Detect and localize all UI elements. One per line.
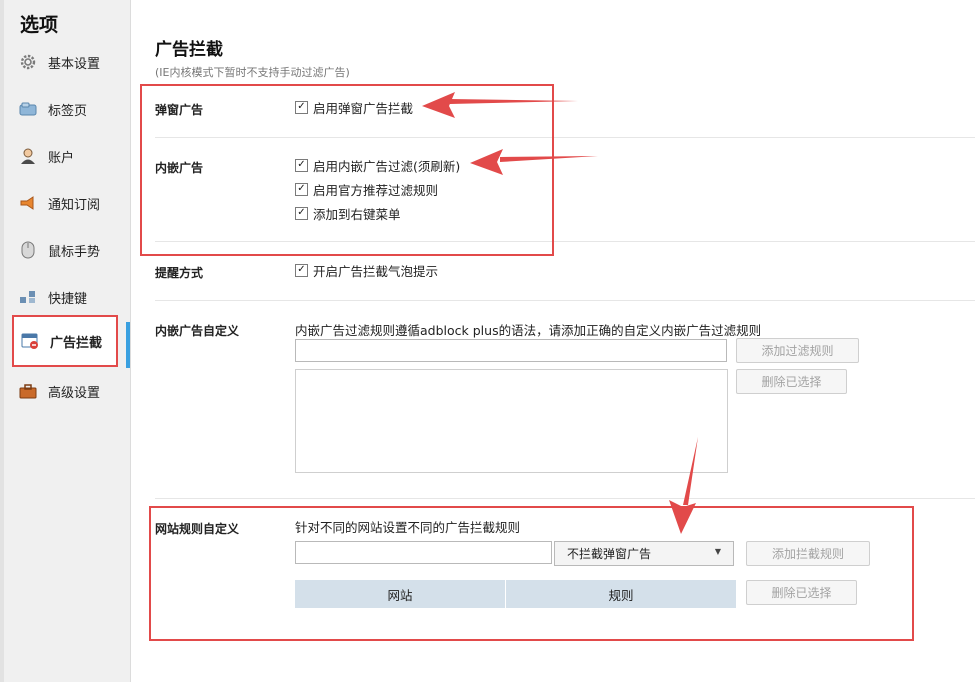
sidebar-item-label: 鼠标手势: [48, 244, 101, 260]
sidebar-item-label: 高级设置: [48, 385, 101, 401]
sidebar-item-mouse-gestures[interactable]: 鼠标手势: [12, 230, 118, 270]
sidebar-item-ad-block[interactable]: 广告拦截: [12, 315, 118, 367]
window-title: 选项: [20, 14, 59, 36]
sidebar: 选项 基本设置 标签页 账户 通知订阅 鼠标手势 快捷键 广告拦截 高级设置: [0, 0, 131, 682]
divider: [155, 300, 975, 301]
embedded-custom-description: 内嵌广告过滤规则遵循adblock plus的语法，请添加正确的自定义内嵌广告过…: [295, 323, 762, 338]
section-label-reminder: 提醒方式: [155, 266, 204, 280]
sidebar-edge: [0, 0, 4, 682]
section-label-embedded-custom: 内嵌广告自定义: [155, 324, 240, 338]
gear-icon: [18, 52, 38, 72]
ad-block-icon: [20, 331, 40, 351]
checkbox-checked-icon[interactable]: ✓: [295, 263, 308, 277]
checkbox-label: 开启广告拦截气泡提示: [313, 263, 439, 279]
sidebar-item-label: 快捷键: [48, 291, 88, 307]
tab-icon: [18, 99, 38, 119]
sidebar-item-label: 基本设置: [48, 56, 101, 72]
divider: [155, 498, 975, 499]
sidebar-item-advanced-settings[interactable]: 高级设置: [12, 371, 118, 411]
mouse-icon: [18, 240, 38, 260]
briefcase-icon: [18, 381, 38, 401]
checkbox-bubble-reminder[interactable]: ✓ 开启广告拦截气泡提示: [295, 261, 438, 279]
sidebar-item-notifications[interactable]: 通知订阅: [12, 183, 118, 223]
sidebar-item-basic-settings[interactable]: 基本设置: [12, 42, 118, 82]
filter-rules-list[interactable]: [295, 369, 728, 473]
sidebar-item-shortcuts[interactable]: 快捷键: [12, 277, 118, 317]
filter-rule-input[interactable]: [295, 339, 727, 362]
options-window: 选项 基本设置 标签页 账户 通知订阅 鼠标手势 快捷键 广告拦截 高级设置 广…: [0, 0, 978, 682]
sidebar-item-label: 账户: [48, 150, 75, 166]
highlight-box-site-rules: [149, 506, 914, 641]
keyboard-icon: [18, 287, 38, 307]
delete-selected-filter-button[interactable]: 删除已选择: [736, 369, 847, 394]
add-filter-rule-button[interactable]: 添加过滤规则: [736, 338, 859, 363]
sidebar-item-account[interactable]: 账户: [12, 136, 118, 176]
sidebar-item-tabs[interactable]: 标签页: [12, 89, 118, 129]
sidebar-item-label: 广告拦截: [50, 335, 103, 351]
megaphone-icon: [18, 193, 38, 213]
page-subtitle: (IE内核模式下暂时不支持手动过滤广告): [155, 66, 350, 79]
page-title: 广告拦截: [155, 40, 223, 60]
active-tab-indicator: [126, 322, 130, 368]
sidebar-item-label: 标签页: [48, 103, 88, 119]
user-icon: [18, 146, 38, 166]
highlight-box-ad-options: [140, 84, 554, 256]
sidebar-item-label: 通知订阅: [48, 197, 101, 213]
